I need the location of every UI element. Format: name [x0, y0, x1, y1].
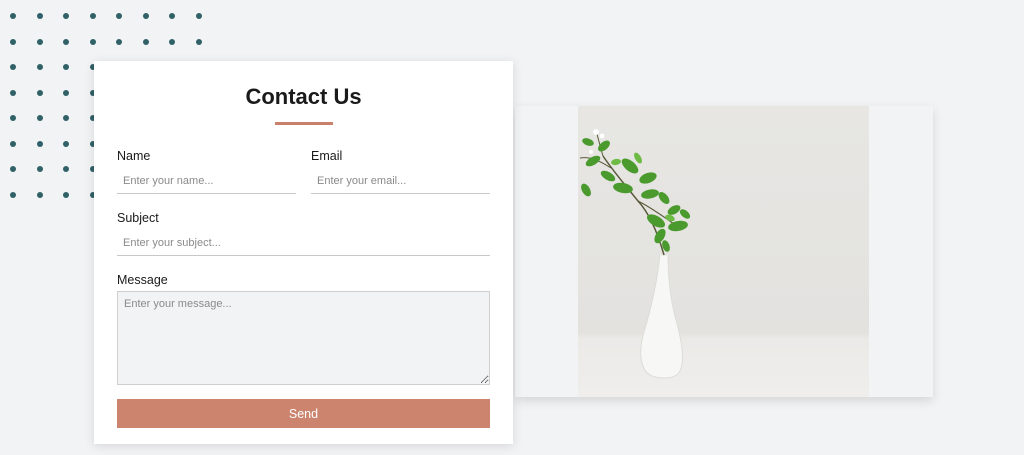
email-field-group: Email: [311, 149, 490, 194]
subject-field-group: Subject: [117, 211, 490, 256]
contact-form-card: Contact Us Name Email Subject Message Se…: [94, 61, 513, 444]
subject-label: Subject: [117, 211, 159, 225]
vase-photo: [578, 106, 869, 397]
title-underline: [274, 122, 333, 125]
email-input[interactable]: [311, 169, 490, 194]
message-field-group: Message: [117, 273, 490, 385]
name-input[interactable]: [117, 169, 296, 194]
message-label: Message: [117, 273, 168, 287]
send-button[interactable]: Send: [117, 399, 490, 428]
name-label: Name: [117, 149, 151, 163]
subject-input[interactable]: [117, 231, 490, 256]
form-title: Contact Us: [245, 84, 362, 109]
email-label: Email: [311, 149, 343, 163]
message-textarea[interactable]: [117, 291, 490, 385]
image-panel: [515, 106, 933, 397]
name-field-group: Name: [117, 149, 296, 194]
